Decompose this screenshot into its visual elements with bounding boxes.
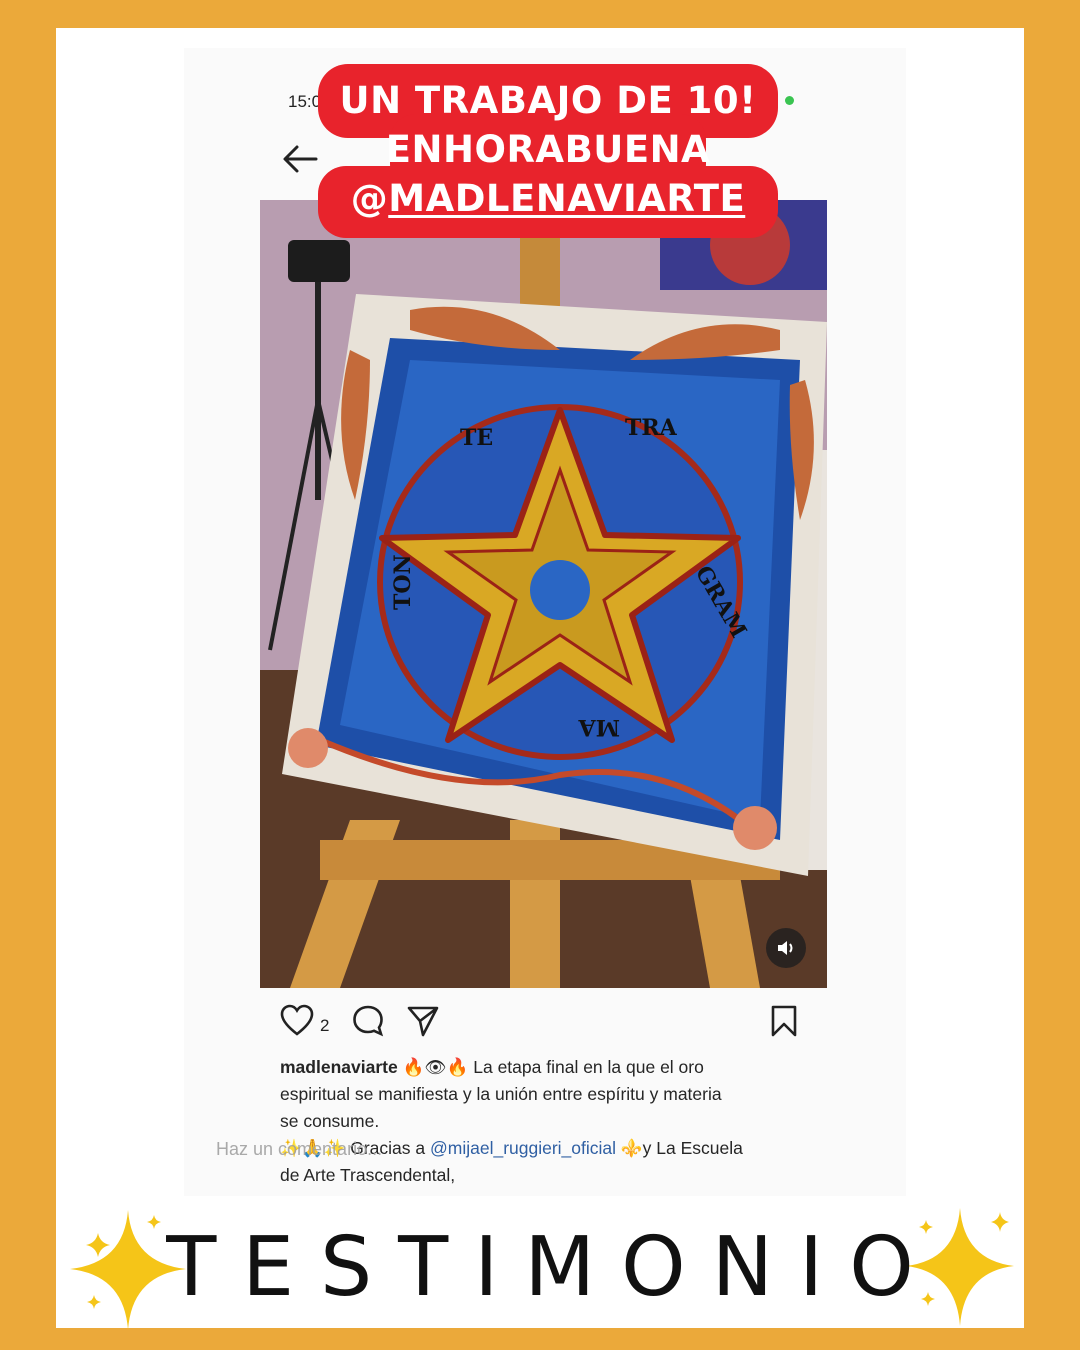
painting-text-tra: TRA bbox=[625, 415, 678, 441]
banner-handle[interactable]: MADLENAVIARTE bbox=[388, 177, 745, 220]
like-count: 2 bbox=[320, 1016, 330, 1035]
comment-icon[interactable] bbox=[352, 1004, 384, 1038]
comment-input[interactable]: Haz un comentario... bbox=[216, 1139, 382, 1160]
banner-line-2: ENHORABUENA bbox=[385, 128, 711, 171]
bookmark-icon[interactable] bbox=[770, 1004, 798, 1038]
share-icon[interactable] bbox=[406, 1004, 440, 1038]
banner-at: @ bbox=[350, 177, 389, 220]
caption-username[interactable]: madlenaviarte bbox=[280, 1057, 398, 1077]
back-arrow-icon[interactable] bbox=[282, 144, 318, 174]
post-media[interactable]: TE TRA TON GRAM MA bbox=[260, 200, 827, 988]
painting-text-ma: MA bbox=[578, 714, 620, 740]
painting-text-te: TE bbox=[460, 425, 493, 451]
caption-mention[interactable]: @mijael_ruggieri_oficial bbox=[430, 1138, 616, 1158]
post-caption: madlenaviarte 🔥👁🔥 La etapa final en la q… bbox=[280, 1054, 802, 1189]
recording-dot-icon bbox=[785, 96, 794, 105]
caption-text-1: La etapa final en la que el oro bbox=[473, 1057, 704, 1077]
status-time: 15:0 bbox=[288, 92, 322, 111]
caption-text-3: se consume. bbox=[280, 1111, 380, 1131]
page-title: TESTIMONIO bbox=[166, 1220, 940, 1315]
post-actions: 2 bbox=[280, 1004, 810, 1044]
sound-toggle-button[interactable] bbox=[766, 928, 806, 968]
painting-text-ton: TON bbox=[390, 554, 416, 610]
painting-on-easel: TE TRA TON GRAM MA bbox=[260, 200, 827, 988]
headline-banner: UN TRABAJO DE 10! ENHORABUENA @MADLENAVI… bbox=[318, 64, 778, 240]
speaker-icon bbox=[778, 941, 793, 955]
heart-icon[interactable] bbox=[280, 1004, 314, 1038]
banner-line-1: UN TRABAJO DE 10! bbox=[339, 79, 757, 122]
caption-emoji: 🔥👁🔥 bbox=[402, 1057, 469, 1077]
caption-text-5: de Arte Trascendental, bbox=[280, 1165, 456, 1185]
caption-text-4b: ⚜️y La Escuela bbox=[616, 1138, 743, 1158]
camera-icon bbox=[288, 240, 350, 282]
caption-text-2: espiritual se manifiesta y la unión entr… bbox=[280, 1084, 722, 1104]
